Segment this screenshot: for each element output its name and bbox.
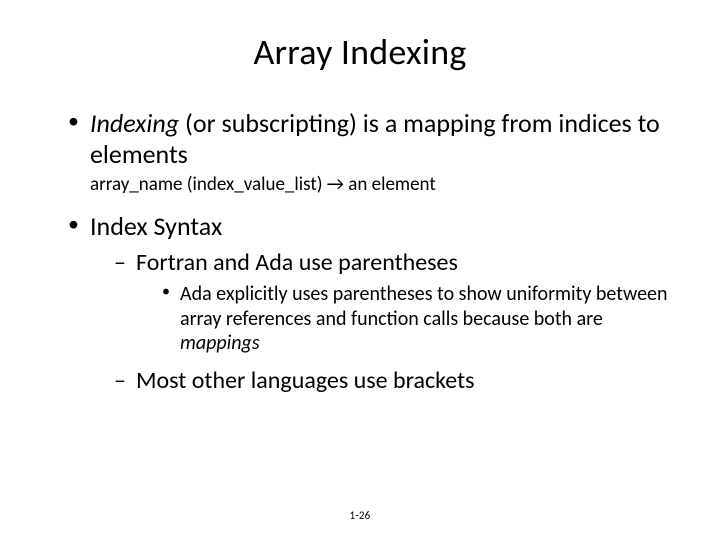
note-post: an element [344,173,436,196]
slide-title: Array Indexing [48,30,672,74]
bullet-index-syntax-text: Index Syntax [90,210,222,242]
subbullet-other-languages: Most other languages use brackets [114,366,672,396]
subbullet-fortran-ada: Fortran and Ada use parentheses Ada expl… [114,248,672,356]
slide: Array Indexing Indexing (or subscripting… [0,0,720,540]
subsubbullet-ada-mappings: Ada explicitly uses parentheses to show … [162,282,672,356]
bullet-list-level2: Fortran and Ada use parentheses Ada expl… [90,248,672,396]
term-mappings: mappings [180,331,260,355]
bullet-index-syntax: Index Syntax Fortran and Ada use parenth… [68,211,672,396]
term-indexing: Indexing [90,107,179,139]
mapping-note: array_name (index_value_list) → an eleme… [90,173,672,197]
slide-number: 1-26 [0,509,720,522]
bullet-list-level3: Ada explicitly uses parentheses to show … [136,282,672,356]
note-pre: array_name (index_value_list) [90,173,327,196]
ada-text-pre: Ada explicitly uses parentheses to show … [180,282,667,331]
subbullet-other-languages-text: Most other languages use brackets [136,366,475,395]
bullet-indexing: Indexing (or subscripting) is a mapping … [68,108,672,197]
arrow-icon: → [327,173,344,196]
bullet-list-level1: Indexing (or subscripting) is a mapping … [48,108,672,396]
subbullet-fortran-ada-text: Fortran and Ada use parentheses [136,248,458,277]
